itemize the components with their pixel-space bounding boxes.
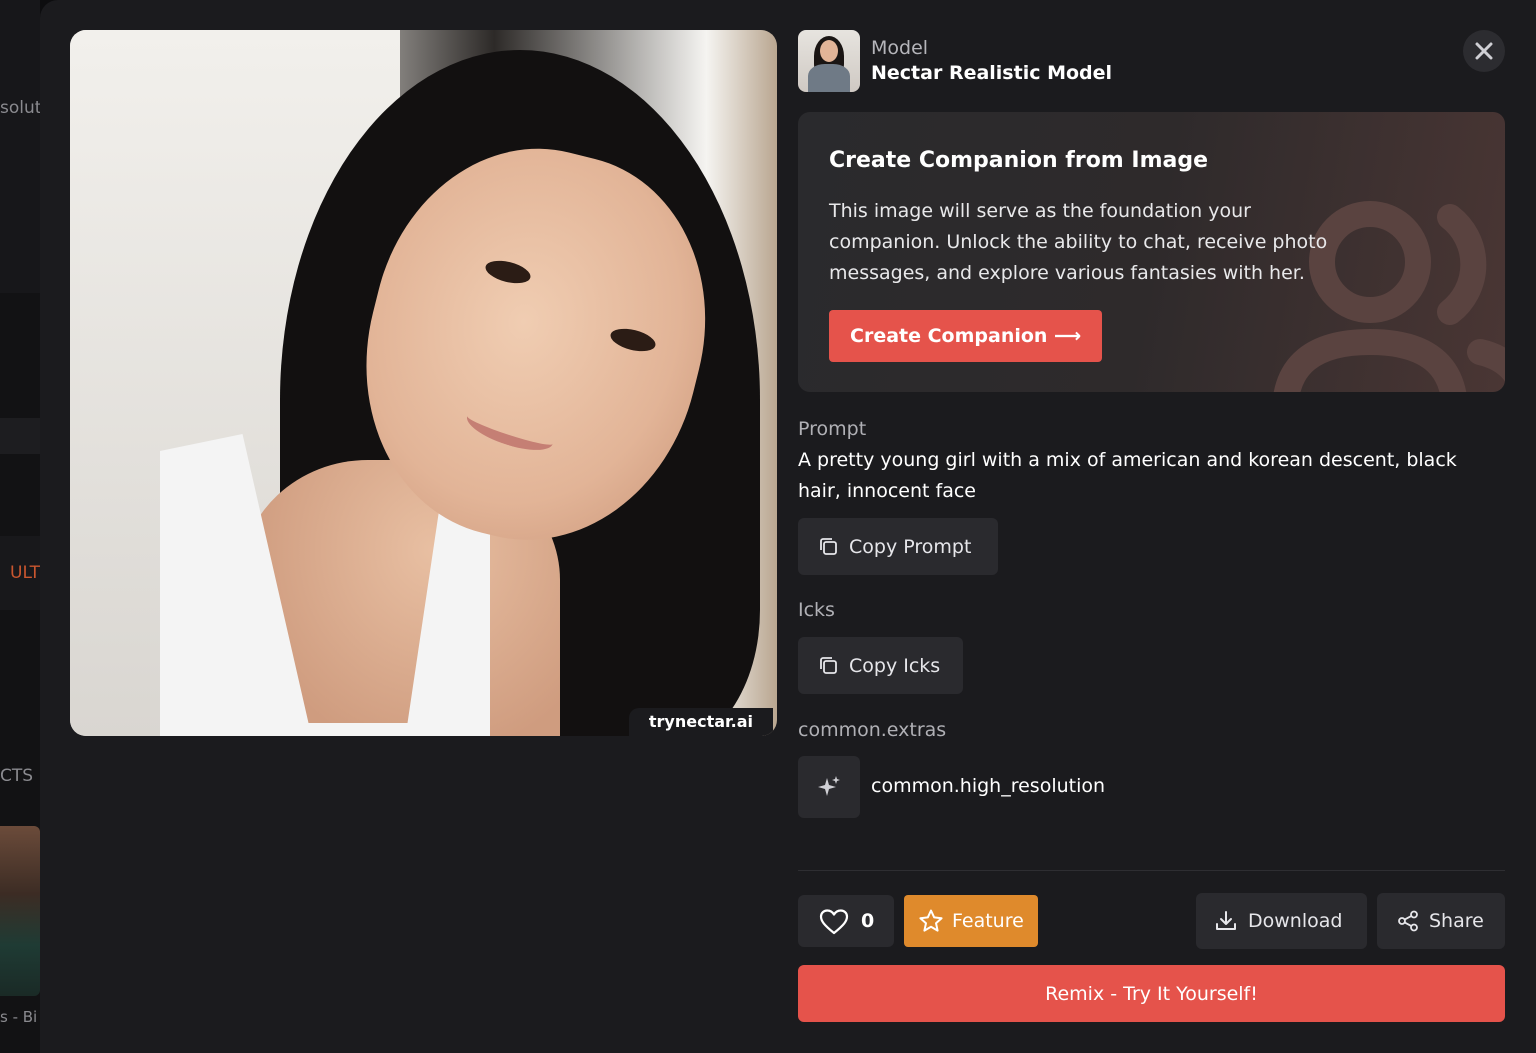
share-icon [1398,910,1418,932]
extras-label: common.extras [798,719,947,741]
bg-snippet: ULT [10,563,40,583]
copy-icon [820,657,837,674]
icks-label: Icks [798,599,835,621]
like-count: 0 [861,910,875,932]
bg-panel [0,0,40,293]
model-label: Model [871,37,929,59]
model-info: Model Nectar Realistic Model [798,30,1112,92]
copy-icon [820,538,837,555]
close-button[interactable] [1463,30,1505,72]
bg-panel [0,418,40,454]
like-button[interactable]: 0 [798,895,894,947]
feature-button[interactable]: Feature [904,895,1038,947]
avatar-face [820,40,838,62]
avatar-body [808,64,850,92]
companion-card-description: This image will serve as the foundation … [829,200,1328,284]
star-icon [919,909,943,932]
close-icon [1475,42,1493,60]
bg-snippet: CTS [0,766,34,786]
prompt-label: Prompt [798,418,867,440]
bg-snippet: soluti [0,98,40,118]
extra-item-icon-box [798,756,860,818]
divider [798,870,1505,871]
model-name[interactable]: Nectar Realistic Model [871,60,1112,86]
model-avatar [798,30,860,92]
extra-item-label: common.high_resolution [871,775,1106,797]
companion-card-title: Create Companion from Image [829,148,1209,173]
feature-label: Feature [952,910,1024,932]
image-watermark: trynectar.ai [628,708,773,736]
share-button[interactable]: Share [1377,893,1505,949]
download-icon [1216,911,1236,930]
create-companion-button[interactable]: Create Companion ⟶ [829,310,1103,362]
bg-snippet: s - Bi [0,1008,38,1026]
bg-thumbnail [0,826,40,996]
prompt-text: A pretty young girl with a mix of americ… [798,449,1457,502]
model-text: Model Nectar Realistic Model [871,36,1112,86]
copy-prompt-label: Copy Prompt [849,535,972,558]
create-companion-card: Create Companion from Image This image w… [798,112,1505,392]
copy-prompt-button[interactable]: Copy Prompt [798,518,998,575]
generated-image: trynectar.ai [70,30,777,736]
remix-button[interactable]: Remix - Try It Yourself! [798,965,1505,1022]
heart-icon [819,908,849,934]
image-detail-modal: trynectar.ai Model Nectar Realistic Mode… [40,0,1536,1053]
download-label: Download [1248,910,1343,932]
download-button[interactable]: Download [1196,893,1367,949]
background-page: soluti ULT CTS s - Bi [0,0,40,1053]
share-label: Share [1429,910,1484,932]
copy-icks-button[interactable]: Copy Icks [798,637,963,694]
copy-icks-label: Copy Icks [849,654,941,677]
sparkles-icon [818,776,840,796]
